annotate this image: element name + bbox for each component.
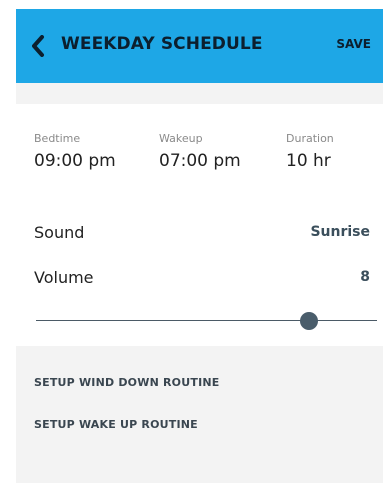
volume-row: Volume 8 — [34, 265, 370, 289]
bedtime-label: Bedtime — [34, 132, 81, 145]
bedtime-value: 09:00 pm — [34, 151, 116, 171]
back-button[interactable] — [26, 33, 50, 59]
header-bar: WEEKDAY SCHEDULE SAVE — [16, 9, 383, 83]
page-title: WEEKDAY SCHEDULE — [61, 34, 263, 54]
save-button[interactable]: SAVE — [336, 37, 371, 51]
app-window: WEEKDAY SCHEDULE SAVE Bedtime 09:00 pm W… — [16, 9, 383, 483]
sound-label: Sound — [34, 222, 85, 242]
schedule-card: Bedtime 09:00 pm Wakeup 07:00 pm Duratio… — [16, 104, 383, 346]
chevron-left-icon — [32, 35, 44, 57]
volume-slider[interactable] — [36, 312, 377, 330]
duration-label: Duration — [286, 132, 334, 145]
wakeup-value: 07:00 pm — [159, 151, 241, 171]
volume-label: Volume — [34, 267, 94, 287]
bedtime-field[interactable]: Bedtime 09:00 pm — [34, 132, 116, 171]
sound-value[interactable]: Sunrise — [310, 224, 370, 240]
volume-value: 8 — [360, 269, 370, 285]
duration-value: 10 hr — [286, 151, 331, 171]
wakeup-field[interactable]: Wakeup 07:00 pm — [159, 132, 241, 171]
sound-row[interactable]: Sound Sunrise — [34, 220, 370, 244]
wake-up-routine-link[interactable]: SETUP WAKE UP ROUTINE — [34, 418, 198, 431]
wind-down-routine-link[interactable]: SETUP WIND DOWN ROUTINE — [34, 376, 219, 389]
duration-field: Duration 10 hr — [286, 132, 334, 171]
time-summary: Bedtime 09:00 pm Wakeup 07:00 pm Duratio… — [34, 132, 383, 182]
wakeup-label: Wakeup — [159, 132, 203, 145]
slider-track — [36, 320, 377, 321]
slider-thumb[interactable] — [299, 312, 318, 330]
screen: WEEKDAY SCHEDULE SAVE Bedtime 09:00 pm W… — [0, 0, 387, 483]
